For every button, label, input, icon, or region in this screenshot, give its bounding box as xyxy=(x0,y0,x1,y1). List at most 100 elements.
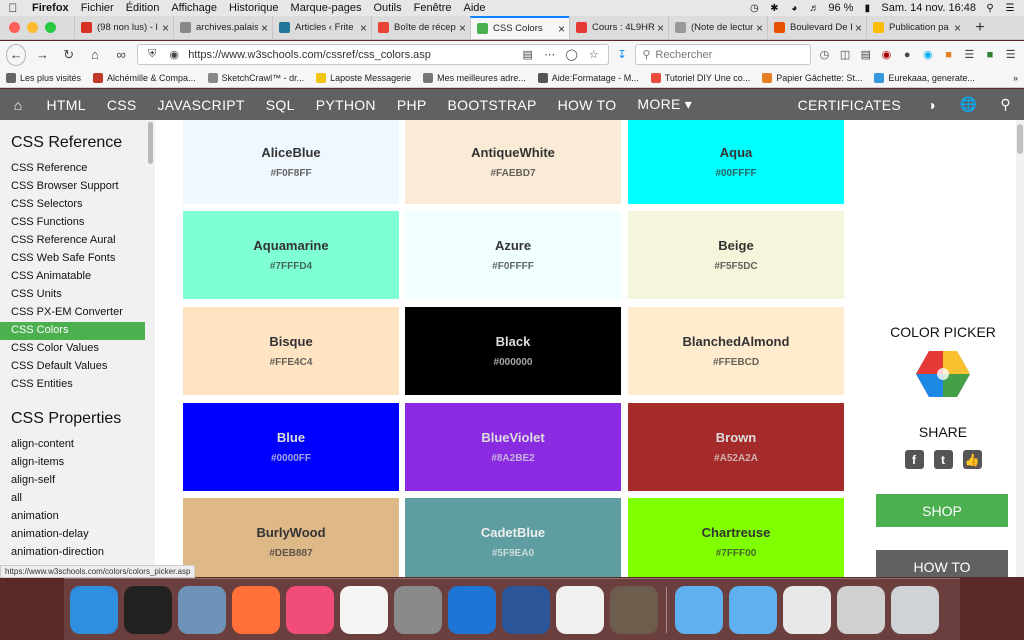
nav-more[interactable]: MORE ▾ xyxy=(627,96,703,113)
search-input[interactable]: Rechercher xyxy=(655,49,712,61)
sidebar-link[interactable]: CSS Browser Support xyxy=(0,178,155,196)
url-text[interactable]: https://www.w3schools.com/cssref/css_col… xyxy=(188,49,513,61)
bookmark-item[interactable]: Alchémille & Compa... xyxy=(93,72,196,83)
color-swatch[interactable]: CadetBlue #5F9EA0 xyxy=(405,498,621,577)
bookmark-item[interactable]: Eurekaaa, generate... xyxy=(874,72,975,83)
bookmark-label[interactable]: Tutoriel DIY Une co... xyxy=(665,73,751,83)
color-swatch[interactable]: BlanchedAlmond #FFEBCD xyxy=(628,307,844,395)
color-swatch[interactable]: AliceBlue #F0F8FF xyxy=(183,120,399,204)
menu-edition[interactable]: Édition xyxy=(120,2,166,14)
menu-marque-pages[interactable]: Marque-pages xyxy=(285,2,368,14)
color-name[interactable]: BlanchedAlmond xyxy=(683,334,790,349)
nav-sql[interactable]: SQL xyxy=(255,97,305,113)
color-hex[interactable]: #F0F8FF xyxy=(270,168,311,179)
close-tab-icon[interactable]: × xyxy=(558,22,565,36)
tab-label[interactable]: archives.palais xyxy=(196,22,258,33)
color-hex[interactable]: #8A2BE2 xyxy=(491,453,534,464)
tab-label[interactable]: Articles ‹ Frite xyxy=(295,22,357,33)
ublock-icon[interactable]: ◉ xyxy=(879,47,894,63)
download-icon[interactable]: ↧ xyxy=(615,47,630,63)
bookmark-item[interactable]: Les plus visités xyxy=(6,72,81,83)
firefox-window-icon[interactable] xyxy=(837,585,885,634)
applications-folder-icon[interactable] xyxy=(729,585,777,634)
sidebar-property-link[interactable]: all xyxy=(0,490,155,508)
notification-center-icon[interactable]: ☰ xyxy=(1004,2,1016,14)
documents-folder-icon[interactable] xyxy=(675,585,723,634)
extension-badge-icon[interactable]: ● xyxy=(900,47,915,63)
extension-green-icon[interactable]: ■ xyxy=(983,47,998,63)
tab-label[interactable]: (98 non lus) - l xyxy=(97,22,159,33)
color-name[interactable]: Brown xyxy=(716,430,756,445)
color-swatch[interactable]: AntiqueWhite #FAEBD7 xyxy=(405,120,621,204)
bookmark-label[interactable]: Eurekaaa, generate... xyxy=(888,73,975,83)
minimize-window-button[interactable] xyxy=(27,22,38,33)
tracking-icon[interactable]: ∞ xyxy=(111,44,131,66)
extension-orange-icon[interactable]: ■ xyxy=(941,47,956,63)
sidebar-property-link[interactable]: animation-direction xyxy=(0,544,155,562)
forward-button[interactable]: → xyxy=(32,44,52,66)
photos-icon[interactable] xyxy=(340,585,388,634)
color-hex[interactable]: #F0FFFF xyxy=(492,261,534,272)
tab-label[interactable]: Boîte de récept xyxy=(394,22,456,33)
sidebar-property-link[interactable]: animation xyxy=(0,508,155,526)
finder-icon[interactable] xyxy=(70,585,118,634)
close-window-button[interactable] xyxy=(9,22,20,33)
color-hex[interactable]: #FFEBCD xyxy=(713,357,759,368)
color-hex[interactable]: #000000 xyxy=(494,357,533,368)
sidebar-link[interactable]: CSS PX-EM Converter xyxy=(0,304,155,322)
firefox-icon[interactable] xyxy=(232,585,280,634)
nav-python[interactable]: PYTHON xyxy=(305,97,386,113)
menu-firefox[interactable]: Firefox xyxy=(26,2,75,14)
keynote-icon[interactable] xyxy=(448,585,496,634)
bookmark-label[interactable]: Mes meilleures adre... xyxy=(437,73,526,83)
color-hex[interactable]: #F5F5DC xyxy=(714,261,757,272)
tab-label[interactable]: Publication pa xyxy=(889,22,951,33)
tab-label[interactable]: CSS Colors xyxy=(493,23,555,34)
bookmark-label[interactable]: Alchémille & Compa... xyxy=(107,73,196,83)
search-bar[interactable]: ⚲ Rechercher xyxy=(635,44,812,65)
bookmark-item[interactable]: Aide:Formatage - M... xyxy=(537,72,639,83)
nav-css[interactable]: CSS xyxy=(96,97,147,113)
menu-outils[interactable]: Outils xyxy=(367,2,407,14)
battery-icon[interactable]: ▮ xyxy=(861,2,873,14)
color-name[interactable]: BlueViolet xyxy=(481,430,544,445)
color-swatch[interactable]: Chartreuse #7FFF00 xyxy=(628,498,844,577)
browser-tab[interactable]: (Note de lecture), M× xyxy=(668,16,767,39)
browser-tab[interactable]: Publication pa × xyxy=(866,16,965,39)
color-name[interactable]: CadetBlue xyxy=(481,525,545,540)
trash-icon[interactable] xyxy=(891,585,939,634)
bookmark-item[interactable]: SketchCrawl™ - dr... xyxy=(207,72,304,83)
nav-php[interactable]: PHP xyxy=(386,97,437,113)
sidebar-link[interactable]: CSS Color Values xyxy=(0,340,155,358)
skype-icon[interactable]: ◉ xyxy=(921,47,936,63)
color-swatch[interactable]: Aqua #00FFFF xyxy=(628,120,844,204)
close-tab-icon[interactable]: × xyxy=(657,21,664,35)
sidebar-icon[interactable]: ◫ xyxy=(838,47,853,63)
color-swatch[interactable]: Brown #A52A2A xyxy=(628,403,844,491)
zoom-window-button[interactable] xyxy=(45,22,56,33)
back-button[interactable]: ← xyxy=(6,43,27,66)
sidebar-property-link[interactable]: align-self xyxy=(0,472,155,490)
menu-affichage[interactable]: Affichage xyxy=(165,2,223,14)
sidebar-link[interactable]: CSS Reference Aural xyxy=(0,232,155,250)
search-icon[interactable]: ⚲ xyxy=(987,96,1024,113)
gimp-icon[interactable] xyxy=(610,585,658,634)
preview-icon[interactable] xyxy=(178,585,226,634)
color-name[interactable]: Black xyxy=(496,334,531,349)
shop-button[interactable]: SHOP xyxy=(876,494,1008,527)
extension-bars-icon[interactable]: ☰ xyxy=(962,47,977,63)
close-tab-icon[interactable]: × xyxy=(954,21,961,35)
color-hex[interactable]: #5F9EA0 xyxy=(492,548,534,559)
sidebar-link[interactable]: CSS Animatable xyxy=(0,268,155,286)
menu-historique[interactable]: Historique xyxy=(223,2,285,14)
word-icon[interactable] xyxy=(502,585,550,634)
browser-tab[interactable]: Boîte de récept × xyxy=(371,16,470,39)
close-tab-icon[interactable]: × xyxy=(360,21,367,35)
bookmark-item[interactable]: Laposte Messagerie xyxy=(316,72,411,83)
twitter-icon[interactable]: t xyxy=(933,450,953,469)
wifi-icon[interactable]: ◕ xyxy=(788,2,800,14)
color-name[interactable]: Bisque xyxy=(269,334,312,349)
reload-button[interactable]: ↻ xyxy=(59,44,79,66)
lock-icon[interactable]: ◉ xyxy=(166,47,182,63)
color-name[interactable]: BurlyWood xyxy=(256,525,325,540)
